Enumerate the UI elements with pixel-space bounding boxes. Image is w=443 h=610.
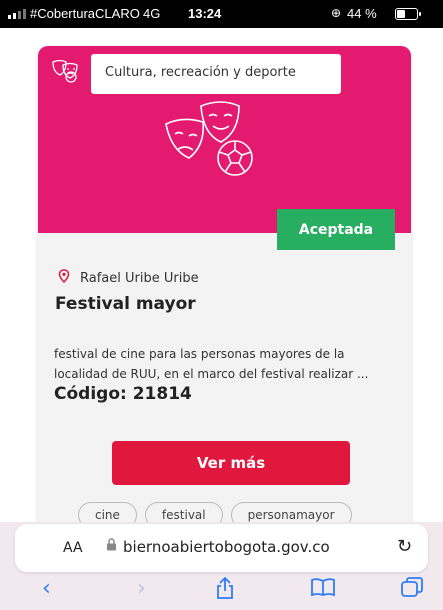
location-label: Rafael Uribe Uribe (80, 270, 199, 286)
theater-masks-icon (38, 46, 91, 94)
proposal-card[interactable]: Cultura, recreación y deporte Aceptada R… (38, 46, 411, 546)
location-pin-icon (58, 269, 70, 287)
reload-icon[interactable]: ↻ (397, 536, 412, 557)
battery-level (397, 10, 405, 18)
theater-masks-soccer-ball-icon (163, 94, 263, 188)
status-badge: Aceptada (277, 209, 395, 250)
category-label: Cultura, recreación y deporte (91, 54, 341, 94)
signal-strength-icon (8, 9, 26, 19)
description-line: localidad de RUU, en el marco del festiv… (54, 367, 369, 381)
proposal-description: festival de cine para las personas mayor… (54, 344, 384, 384)
browser-toolbar: ‹ › (0, 574, 443, 610)
network-type: 4G (143, 6, 161, 21)
battery-icon (395, 8, 421, 20)
clock: 13:24 (188, 6, 222, 21)
proposal-title: Festival mayor (55, 294, 196, 314)
forward-chevron-icon[interactable]: › (137, 576, 146, 601)
tabs-icon[interactable] (400, 576, 424, 604)
back-chevron-icon[interactable]: ‹ (42, 576, 51, 601)
rotation-lock-icon: ⊕ (331, 6, 342, 20)
status-bar: #CoberturaCLARO 4G 13:24 ⊕ 44 % (0, 0, 443, 28)
url-text[interactable]: biernoabiertobogota.gov.co (123, 538, 330, 556)
bookmarks-book-icon[interactable] (310, 576, 336, 604)
proposal-code: Código: 21814 (54, 384, 192, 404)
location: Rafael Uribe Uribe (58, 269, 199, 287)
card-header: Cultura, recreación y deporte (38, 46, 411, 233)
share-icon[interactable] (215, 576, 235, 606)
screen: #CoberturaCLARO 4G 13:24 ⊕ 44 % Cultura,… (0, 0, 443, 610)
see-more-button[interactable]: Ver más (112, 441, 350, 485)
lock-icon (106, 538, 117, 555)
carrier-name: #CoberturaCLARO (30, 6, 140, 21)
battery-percent: 44 % (347, 6, 377, 21)
description-line: festival de cine para las personas mayor… (54, 347, 345, 361)
text-size-button[interactable]: AA (63, 540, 83, 556)
address-bar[interactable]: AA biernoabiertobogota.gov.co ↻ (15, 524, 428, 572)
